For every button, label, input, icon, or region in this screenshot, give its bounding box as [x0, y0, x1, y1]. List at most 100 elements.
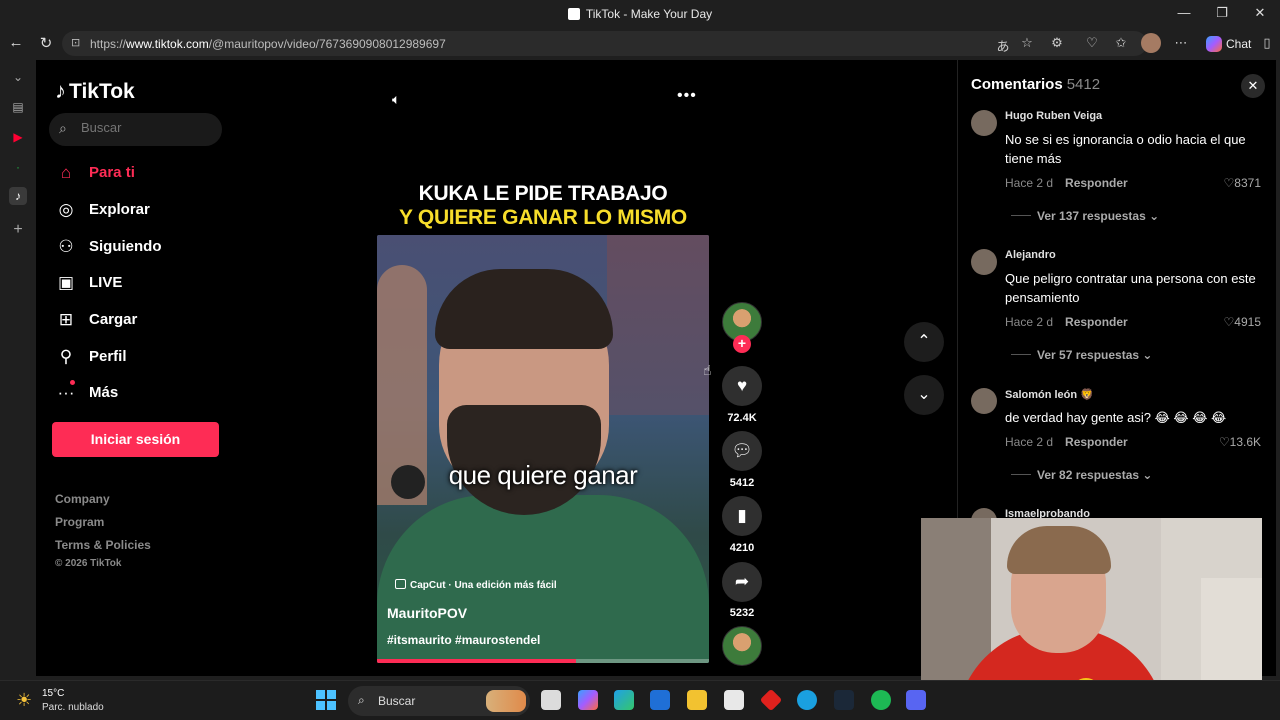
settings-more-icon[interactable]: ⋯	[1172, 35, 1190, 51]
volume-icon[interactable]: 🔈︎	[392, 91, 400, 108]
share-icon: ➦	[734, 572, 750, 591]
close-window-button[interactable]: ✕	[1250, 5, 1270, 21]
nav-explorar[interactable]: ◎ Explorar	[55, 197, 225, 223]
commenter-avatar[interactable]	[971, 249, 997, 275]
nav-cargar[interactable]: ⊞ Cargar	[55, 307, 225, 333]
reply-button[interactable]: Responder	[1065, 315, 1128, 329]
video-caption: que quiere ganar	[448, 460, 638, 490]
weather-condition: Parc. nublado	[42, 702, 104, 713]
close-comments-button[interactable]: ✕	[1241, 74, 1265, 98]
tiktok-tab-icon[interactable]: ♪	[9, 187, 27, 205]
back-icon[interactable]: ←	[6, 34, 26, 51]
streamer-hair	[1007, 526, 1111, 574]
commenter-avatar[interactable]	[971, 388, 997, 414]
search-icon: ⌕	[358, 693, 365, 707]
sidebar-toggle-icon[interactable]: ▯	[1258, 35, 1276, 51]
video-background	[607, 235, 709, 415]
reply-button[interactable]: Responder	[1065, 435, 1128, 449]
reply-button[interactable]: Responder	[1065, 176, 1128, 190]
video-author[interactable]: MauritoPOV	[387, 605, 467, 621]
help-app-icon[interactable]	[797, 690, 817, 710]
music-disc-avatar[interactable]	[722, 626, 762, 666]
notification-dot	[70, 380, 75, 385]
translate-icon[interactable]: あ	[994, 36, 1012, 55]
browser-essentials-icon[interactable]: ♡	[1083, 35, 1101, 51]
favorite-star-icon[interactable]: ☆	[1018, 35, 1036, 51]
commenter-name[interactable]: Alejandro	[1005, 249, 1056, 261]
task-view-icon[interactable]	[541, 690, 561, 710]
edge-app-icon[interactable]	[614, 690, 634, 710]
video-player[interactable]: que quiere ganar CapCut · Una edición má…	[377, 235, 709, 663]
nav-perfil[interactable]: ⚲ Perfil	[55, 344, 225, 370]
save-count: 4210	[729, 542, 755, 554]
follow-plus-button[interactable]: +	[733, 335, 751, 353]
outlook-app-icon[interactable]	[650, 690, 670, 710]
start-button[interactable]	[316, 690, 336, 710]
video-more-icon[interactable]: •••	[677, 87, 697, 105]
video-progress-bar[interactable]	[377, 659, 709, 663]
mouse-cursor-icon: ☝	[703, 362, 712, 378]
profile-icon: ⚲	[59, 347, 73, 366]
view-replies-button[interactable]: Ver 82 respuestas ⌄	[1011, 468, 1152, 482]
footer-link-program[interactable]: Program	[55, 515, 104, 529]
previous-video-button[interactable]: ⌃	[904, 322, 944, 362]
comment-count: 5412	[729, 477, 755, 489]
view-replies-button[interactable]: Ver 57 respuestas ⌄	[1011, 348, 1152, 362]
file-explorer-icon[interactable]	[687, 690, 707, 710]
commenter-avatar[interactable]	[971, 110, 997, 136]
chevron-down-icon: ⌄	[1142, 348, 1153, 362]
new-tab-icon[interactable]: +	[9, 221, 27, 239]
nav-siguiendo[interactable]: ⚇ Siguiendo	[55, 234, 225, 260]
site-info-icon[interactable]: ⊡	[71, 36, 80, 49]
maximize-button[interactable]: ❐	[1212, 5, 1232, 21]
store-app-icon[interactable]	[724, 690, 744, 710]
comment-like[interactable]: ♡4915	[1224, 315, 1261, 329]
taskbar-search[interactable]: ⌕ Buscar	[348, 686, 530, 716]
address-bar[interactable]: ⊡ https://www.tiktok.com/@mauritopov/vid…	[62, 31, 1147, 56]
url-text[interactable]: https://www.tiktok.com/@mauritopov/video…	[90, 37, 446, 51]
comment-meta: Hace 2 d Responder	[1005, 315, 1128, 329]
nav-mas[interactable]: ··· Más	[55, 380, 225, 406]
minimize-button[interactable]: —	[1174, 5, 1194, 20]
tab-icon[interactable]: ·	[9, 158, 27, 176]
commenter-name[interactable]: Salomón león 🦁	[1005, 388, 1094, 401]
home-icon: ⌂	[60, 163, 72, 182]
copilot-app-icon[interactable]	[578, 690, 598, 710]
copilot-chat-button[interactable]: Chat	[1200, 32, 1257, 56]
steam-app-icon[interactable]	[834, 690, 854, 710]
commenter-name[interactable]: Hugo Ruben Veiga	[1005, 110, 1102, 122]
search-box[interactable]: ⌕	[49, 113, 222, 146]
discord-app-icon[interactable]	[906, 690, 926, 710]
tiktok-logo[interactable]: ♪ TikTok	[55, 78, 135, 104]
heart-outline-icon: ♡	[1223, 315, 1235, 329]
collapse-tabs-icon[interactable]: ⌄	[9, 68, 27, 86]
like-button[interactable]: ♥	[722, 366, 762, 406]
search-input[interactable]	[81, 120, 211, 135]
reload-icon[interactable]: ↻	[36, 34, 56, 52]
spotify-app-icon[interactable]	[871, 690, 891, 710]
share-button[interactable]: ➦	[722, 562, 762, 602]
comment-like[interactable]: ♡13.6K	[1219, 435, 1261, 449]
view-replies-button[interactable]: Ver 137 respuestas ⌄	[1011, 209, 1159, 223]
nav-live[interactable]: ▣ LIVE	[55, 270, 225, 296]
comment-like[interactable]: ♡8371	[1224, 176, 1261, 190]
footer-link-company[interactable]: Company	[55, 492, 110, 506]
anydesk-app-icon[interactable]	[759, 688, 783, 712]
like-count: 72.4K	[727, 412, 757, 424]
capcut-label[interactable]: CapCut · Una edición más fácil	[395, 579, 557, 591]
profile-avatar-icon[interactable]	[1141, 33, 1161, 53]
comment-icon: 💬︎	[731, 441, 753, 460]
live-icon: ▣	[57, 273, 75, 292]
footer-link-terms[interactable]: Terms & Policies	[55, 538, 151, 552]
login-button[interactable]: Iniciar sesión	[52, 422, 219, 457]
video-hashtags[interactable]: #itsmaurito #maurostendel	[387, 633, 540, 647]
favorites-icon[interactable]: ✩	[1112, 35, 1130, 51]
next-video-button[interactable]: ⌄	[904, 375, 944, 415]
comment-text: de verdad hay gente asi? 😂 😂 😂 😂	[1005, 410, 1227, 425]
tab-icon[interactable]: ▤	[9, 98, 27, 116]
save-button[interactable]: ▮	[722, 496, 762, 536]
comment-button[interactable]: 💬︎	[722, 431, 762, 471]
extensions-icon[interactable]: ⚙	[1048, 35, 1066, 51]
nav-para-ti[interactable]: ⌂ Para ti	[55, 160, 225, 186]
youtube-tab-icon[interactable]: ▶	[9, 128, 27, 146]
